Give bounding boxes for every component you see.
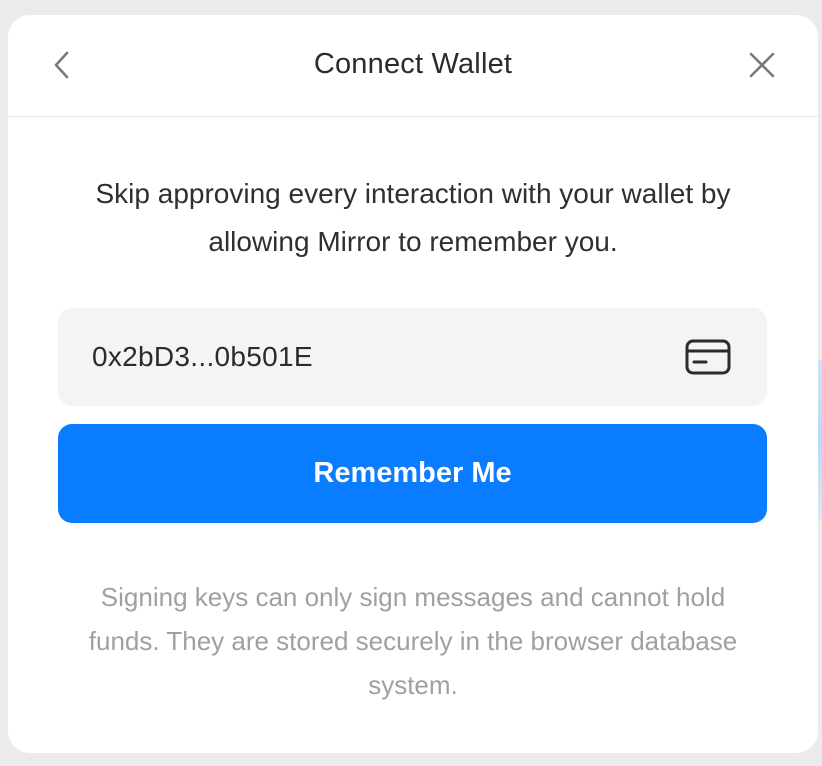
modal-title: Connect Wallet — [313, 48, 513, 80]
signing-keys-note: Signing keys can only sign messages and … — [88, 582, 738, 700]
modal-description: Skip approving every interaction with yo… — [95, 178, 731, 257]
connect-wallet-modal: Connect Wallet Skip approving every inte… — [8, 15, 818, 753]
wallet-address-field[interactable]: 0x2bD3...0b501E — [58, 308, 767, 406]
card-icon — [685, 339, 731, 375]
remember-me-button[interactable]: Remember Me — [58, 424, 767, 523]
modal-header: Connect Wallet — [8, 15, 818, 117]
wallet-address: 0x2bD3...0b501E — [92, 341, 313, 372]
close-icon — [748, 51, 776, 84]
close-button[interactable] — [742, 47, 782, 87]
